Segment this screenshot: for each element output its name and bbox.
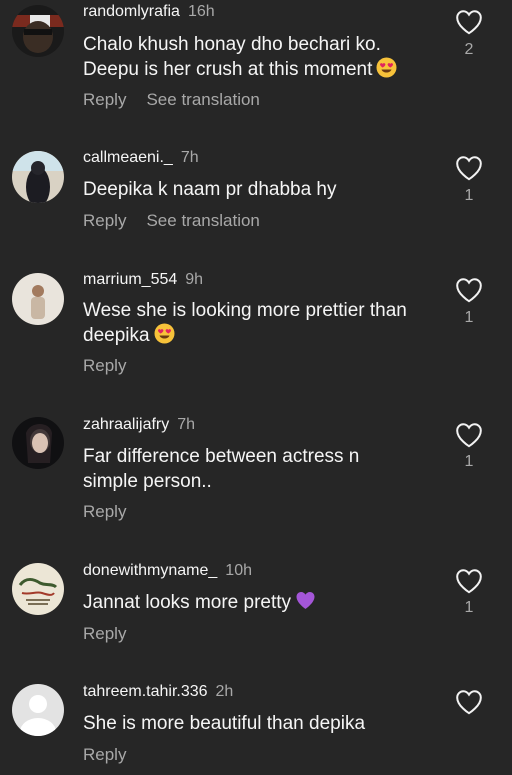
- heart-outline-icon[interactable]: [455, 422, 483, 448]
- comments-list: randomlyrafia 16h Chalo khush honay dho b…: [0, 0, 512, 775]
- avatar[interactable]: [12, 417, 64, 469]
- avatar[interactable]: [12, 563, 64, 615]
- comment-username[interactable]: zahraalijafry: [83, 416, 169, 433]
- comment-username[interactable]: tahreem.tahir.336: [83, 683, 208, 700]
- reply-button[interactable]: Reply: [83, 624, 126, 643]
- heart-outline-icon[interactable]: [455, 568, 483, 594]
- heart-eyes-emoji-icon: [376, 57, 397, 78]
- comment-item: randomlyrafia 16h Chalo khush honay dho b…: [0, 0, 512, 120]
- like-count: 1: [464, 187, 474, 204]
- heart-outline-icon[interactable]: [455, 155, 483, 181]
- comment-username[interactable]: randomlyrafia: [83, 3, 180, 20]
- avatar[interactable]: [12, 5, 64, 57]
- avatar[interactable]: [12, 684, 64, 736]
- comment-text-line: deepika: [83, 325, 150, 346]
- like-count: 1: [464, 599, 474, 616]
- comment-item: zahraalijafry 7h Far difference between a…: [0, 414, 512, 534]
- like-count: 1: [464, 453, 474, 470]
- see-translation-button[interactable]: See translation: [146, 211, 259, 230]
- comment-username[interactable]: callmeaeni._: [83, 149, 173, 166]
- reply-button[interactable]: Reply: [83, 502, 126, 521]
- comment-text-line: She is more beautiful than depika: [83, 713, 366, 734]
- avatar[interactable]: [12, 151, 64, 203]
- reply-button[interactable]: Reply: [83, 745, 126, 764]
- comment-text: Jannat looks more pretty: [83, 590, 443, 615]
- like-count: 2: [464, 41, 474, 58]
- heart-eyes-emoji-icon: [154, 323, 175, 344]
- comment-text: Wese she is looking more prettier than d…: [83, 298, 443, 348]
- comment-text-line: Chalo khush honay dho bechari ko.: [83, 34, 381, 55]
- comment-text-line: simple person..: [83, 471, 212, 492]
- comment-item: donewithmyname_ 10h Jannat looks more pre…: [0, 560, 512, 680]
- comment-timestamp: 16h: [187, 3, 215, 20]
- comment-text: Chalo khush honay dho bechari ko. Deepu …: [83, 32, 443, 82]
- purple-heart-emoji-icon: [295, 590, 316, 611]
- comment-text-line: Deepika k naam pr dhabba hy: [83, 179, 337, 200]
- like-count: 1: [464, 309, 474, 326]
- comment-timestamp: 2h: [215, 683, 234, 700]
- comment-text-line: Far difference between actress n: [83, 446, 360, 467]
- reply-button[interactable]: Reply: [83, 211, 126, 230]
- comment-username[interactable]: marrium_554: [83, 271, 177, 288]
- reply-button[interactable]: Reply: [83, 356, 126, 375]
- comment-text-line: Deepu is her crush at this moment: [83, 59, 373, 80]
- heart-outline-icon[interactable]: [455, 689, 483, 715]
- comment-timestamp: 7h: [180, 149, 199, 166]
- comment-text-line: Jannat looks more pretty: [83, 592, 292, 613]
- comment-item: callmeaeni._ 7h Deepika k naam pr dhabba …: [0, 146, 512, 266]
- comment-text: Far difference between actress n simple …: [83, 444, 443, 494]
- comment-text-line: Wese she is looking more prettier than: [83, 300, 407, 321]
- comment-text: Deepika k naam pr dhabba hy: [83, 177, 443, 202]
- see-translation-button[interactable]: See translation: [146, 90, 259, 109]
- comment-text: She is more beautiful than depika: [83, 711, 443, 736]
- comment-item: tahreem.tahir.336 2h She is more beautifu…: [0, 681, 512, 775]
- comment-username[interactable]: donewithmyname_: [83, 562, 217, 579]
- comment-timestamp: 7h: [177, 416, 196, 433]
- comment-item: marrium_554 9h Wese she is looking more p…: [0, 268, 512, 388]
- comment-timestamp: 10h: [225, 562, 252, 579]
- heart-outline-icon[interactable]: [455, 9, 483, 35]
- avatar[interactable]: [12, 273, 64, 325]
- comment-timestamp: 9h: [185, 271, 204, 288]
- heart-outline-icon[interactable]: [455, 277, 483, 303]
- reply-button[interactable]: Reply: [83, 90, 126, 109]
